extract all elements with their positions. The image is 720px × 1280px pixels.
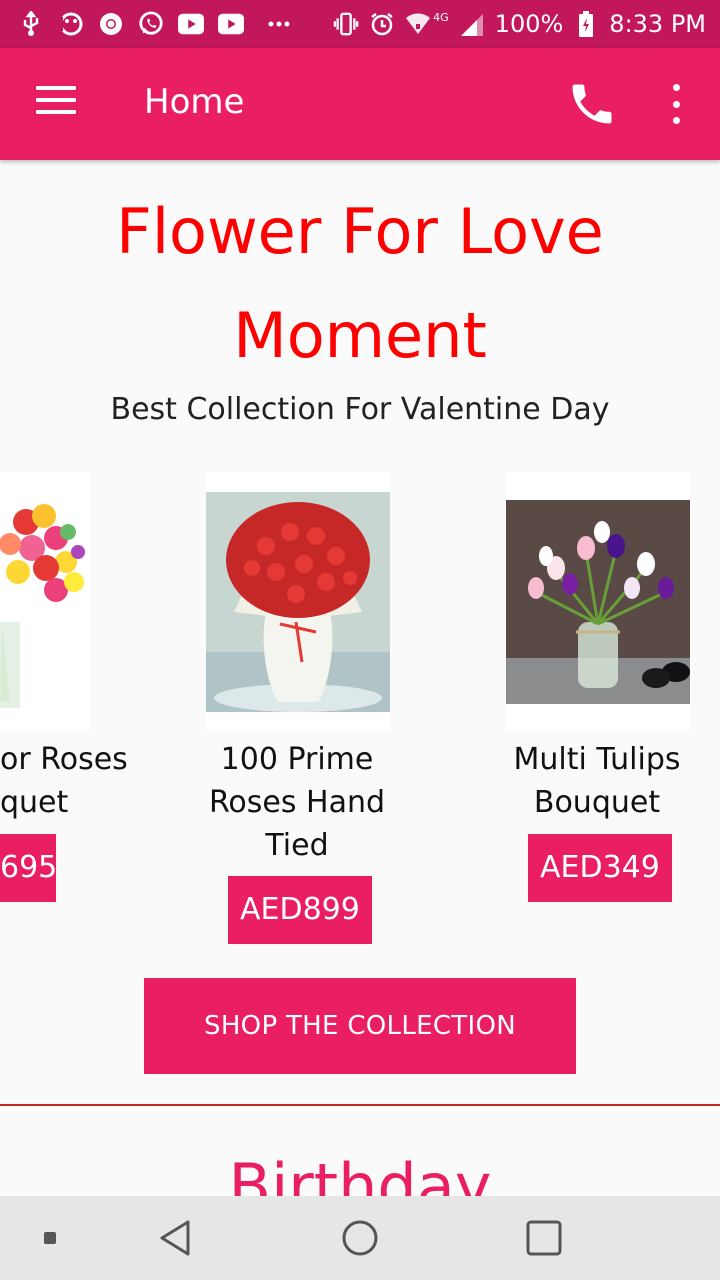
product-name-line: 100 Prime [220,742,374,777]
product-name: Multi Tulips Bouquet [490,738,704,824]
product-name: 100 Prime Roses Hand Tied [190,738,404,867]
network-type: 4G [433,10,449,24]
clock: 8:33 PM [609,10,706,38]
nav-home-icon[interactable] [340,1218,380,1262]
app-bar: Home [0,48,720,160]
youtube-icon [178,11,204,37]
product-name-line: Tied [265,828,329,863]
price-badge: AED899 [228,876,372,944]
status-bar: 4G 100% 8:33 PM [0,0,720,48]
battery-icon [573,11,599,37]
product-name-line: Multi Tulips [513,742,681,777]
chrome-icon [98,11,124,37]
youtube-icon [218,11,244,37]
system-nav-bar [0,1196,720,1280]
nav-square-small-icon[interactable] [44,1232,56,1244]
phone-icon[interactable] [566,78,618,130]
main-content: Flower For Love Moment Best Collection F… [0,160,720,1196]
nav-recents-icon[interactable] [524,1218,564,1262]
more-vert-icon[interactable] [668,84,684,124]
hero-subtitle: Best Collection For Valentine Day [110,392,610,427]
alarm-icon [369,11,395,37]
more-notifications-icon [266,11,292,37]
product-image[interactable] [0,472,90,732]
menu-icon[interactable] [36,86,76,122]
page-title: Home [144,82,245,122]
hero-title-line2: Moment [233,299,487,372]
product-image[interactable] [506,472,690,732]
usb-icon [18,11,44,37]
section-divider [0,1104,720,1106]
hero-title: Flower For Love Moment [40,180,680,388]
section-title-birthday: Birthday [228,1150,492,1197]
price-badge: 695 [0,834,57,902]
product-name-line: Roses Hand [208,785,386,820]
product-name-line: Bouquet [533,785,661,820]
face-icon [58,11,84,37]
wifi-icon [405,11,431,37]
product-image[interactable] [206,472,390,732]
battery-percent: 100% [494,10,564,38]
whatsapp-icon [138,11,164,37]
price-badge: AED349 [528,834,672,902]
signal-icon [459,11,485,37]
nav-back-icon[interactable] [156,1218,196,1262]
shop-collection-button[interactable]: SHOP THE COLLECTION [144,978,576,1074]
hero-title-line1: Flower For Love [116,195,604,268]
vibrate-icon [333,11,359,37]
